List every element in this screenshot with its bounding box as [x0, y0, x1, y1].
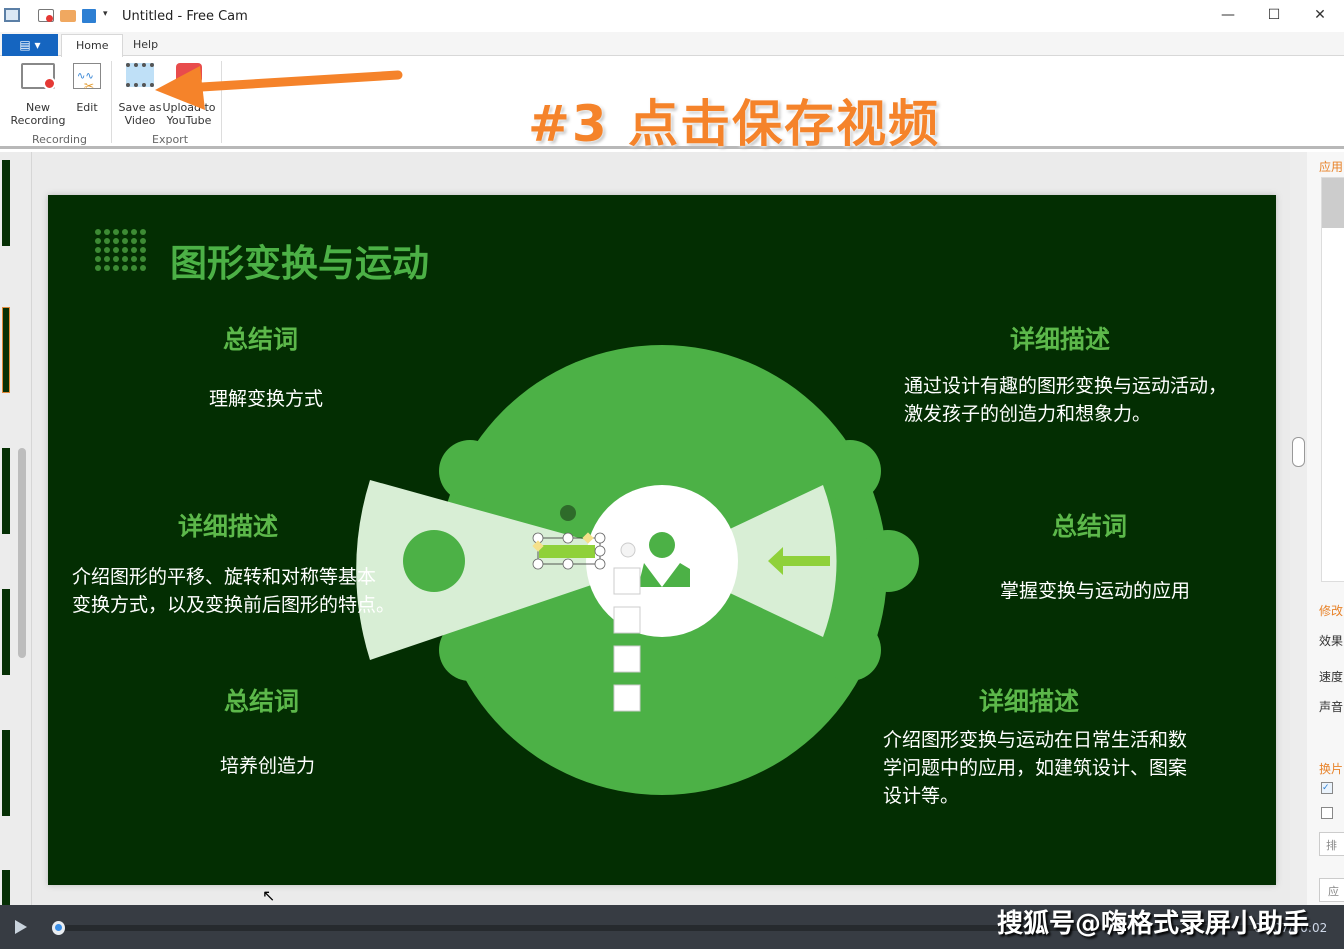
- block-heading: 总结词: [223, 325, 299, 354]
- block-heading: 详细描述: [979, 687, 1080, 716]
- block-heading: 总结词: [224, 687, 300, 716]
- play-icon[interactable]: [15, 920, 27, 934]
- slide-thumbnails: [0, 152, 32, 905]
- slide: 图形变换与运动 总结词 理解变换方式 详细描述 介绍图形的平移、旋转和对称等基本…: [48, 195, 1276, 885]
- block-heading: 详细描述: [1010, 325, 1111, 354]
- center-circle: [586, 485, 738, 637]
- right-panel: 应用 修改 效果 速度 声音 换片 ✓ 排 应: [1307, 152, 1344, 905]
- block-text: 介绍图形变换与运动在日常生活和数 学问题中的应用，如建筑设计、图案 设计等。: [883, 729, 1188, 807]
- panel-heading: 换片: [1319, 762, 1344, 776]
- watermark: 搜狐号@嗨格式录屏小助手: [997, 909, 1310, 939]
- panel-heading: 应用: [1319, 160, 1344, 174]
- slide-thumbnail-selected[interactable]: [2, 307, 10, 393]
- panel-label: 效果: [1319, 634, 1344, 648]
- panel-label: 速度: [1319, 670, 1344, 684]
- block-heading: 总结词: [1052, 512, 1128, 541]
- block-text: 理解变换方式: [209, 388, 324, 410]
- shape-quick-toolbar: [613, 542, 641, 712]
- block-text: 培养创造力: [220, 755, 316, 777]
- block-text: 掌握变换与运动的应用: [1000, 580, 1191, 602]
- slide-thumbnail[interactable]: [2, 160, 10, 246]
- slide-thumbnail[interactable]: [2, 448, 10, 534]
- slide-thumbnail[interactable]: [2, 870, 10, 905]
- seek-handle[interactable]: [52, 921, 65, 935]
- checkbox-checked[interactable]: ✓: [1321, 782, 1333, 794]
- thumbnail-scrollbar[interactable]: [18, 448, 26, 658]
- panel-list[interactable]: [1321, 177, 1344, 582]
- sort-button[interactable]: 排: [1319, 832, 1344, 856]
- panel-heading: 修改: [1319, 604, 1344, 618]
- mouse-cursor-icon: ↖: [262, 886, 276, 905]
- slide-title: 图形变换与运动: [170, 242, 429, 285]
- block-heading: 详细描述: [178, 512, 279, 541]
- slide-thumbnail[interactable]: [2, 730, 10, 816]
- canvas-scrollbar[interactable]: [1290, 152, 1307, 905]
- scrollbar-thumb[interactable]: [1292, 437, 1305, 467]
- block-text: 通过设计有趣的图形变换与运动活动， 激发孩子的创造力和想象力。: [904, 375, 1228, 425]
- panel-label: 声音: [1319, 700, 1344, 714]
- dots-decoration: [95, 229, 146, 271]
- block-text: 介绍图形的平移、旋转和对称等基本 变换方式，以及变换前后图形的特点。: [72, 566, 396, 616]
- annotation-text: #3 点击保存视频: [528, 95, 941, 153]
- slide-thumbnail[interactable]: [2, 589, 10, 675]
- checkbox[interactable]: [1321, 807, 1333, 819]
- apply-button[interactable]: 应: [1319, 878, 1344, 902]
